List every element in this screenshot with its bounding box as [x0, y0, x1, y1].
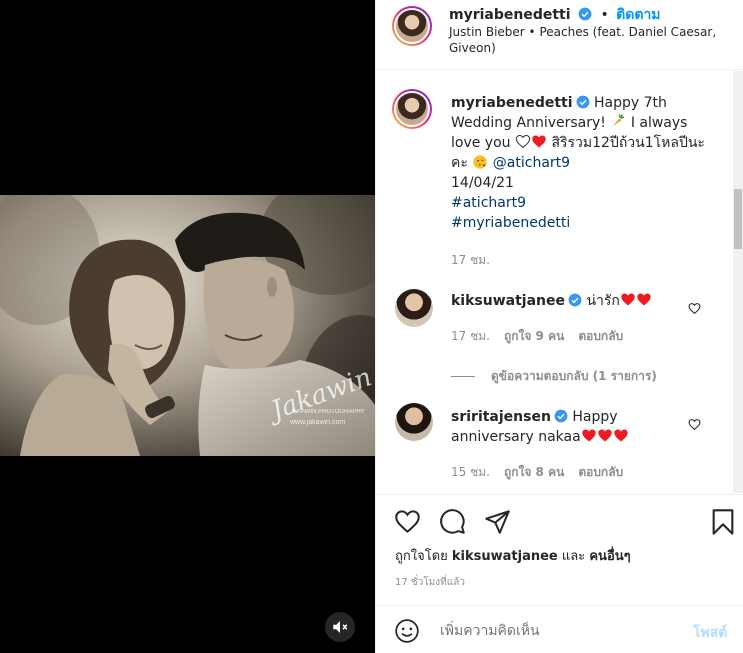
replies-divider — [451, 376, 475, 377]
verified-badge-icon — [554, 409, 568, 423]
comment-username[interactable]: sriritajensen — [451, 409, 551, 425]
hashtag-atichart9[interactable]: #atichart9 — [451, 195, 526, 211]
author-avatar[interactable] — [392, 6, 432, 46]
caption-text: myriabenedetti Happy 7th Wedding Anniver… — [451, 93, 721, 233]
caption-meta: 17 ชม. — [451, 251, 490, 270]
carrot-emoji — [613, 114, 625, 127]
post-header: myriabenedetti • ติดตาม Justin Bieber • … — [376, 0, 743, 70]
caption-username[interactable]: myriabenedetti — [451, 95, 573, 111]
mute-button[interactable] — [325, 612, 355, 642]
likes-summary: ถูกใจโดย kiksuwatjanee และ คนอื่นๆ — [395, 545, 631, 566]
post-actions: ถูกใจโดย kiksuwatjanee และ คนอื่นๆ 17 ชั… — [376, 494, 743, 604]
comment-time[interactable]: 15 ชม. — [451, 463, 490, 482]
author-username[interactable]: myriabenedetti — [449, 7, 571, 23]
comment-icon[interactable] — [439, 508, 466, 535]
kiss-emoji — [473, 155, 488, 169]
post-panel: myriabenedetti • ติดตาม Justin Bieber • … — [375, 0, 743, 653]
comment-body-line2: anniversary nakaa — [451, 429, 581, 445]
likes-others[interactable]: คนอื่นๆ — [589, 549, 630, 564]
caption-mention[interactable]: @atichart9 — [493, 155, 570, 171]
share-icon[interactable] — [484, 508, 511, 535]
likes-user[interactable]: kiksuwatjanee — [452, 549, 558, 564]
watermark-line2: www.jakawin.com — [289, 419, 345, 426]
verified-badge-icon — [568, 293, 582, 307]
comment-like-heart-icon[interactable] — [688, 418, 701, 431]
hashtag-myriabenedetti[interactable]: #myriabenedetti — [451, 215, 570, 231]
add-comment-bar: โพสต์ — [376, 605, 743, 653]
caption-avatar[interactable] — [392, 89, 432, 129]
verified-badge-icon — [578, 7, 592, 21]
red-heart-emoji — [598, 429, 612, 442]
comment-body-line1: Happy — [572, 409, 618, 425]
comment-avatar-kiksuwatjanee[interactable] — [395, 289, 433, 327]
comment-body: น่ารัก — [586, 293, 620, 309]
post-photo: Jakawin JAKAWIN PHOTOGRAPHY www.jakawin.… — [0, 195, 375, 456]
comments-scrollbar[interactable] — [733, 71, 743, 493]
comment-likes[interactable]: ถูกใจ 8 คน — [504, 463, 564, 482]
comment-meta: 15 ชม. ถูกใจ 8 คน ตอบกลับ — [451, 463, 623, 482]
red-heart-emoji — [637, 293, 651, 306]
follow-button[interactable]: ติดตาม — [616, 7, 660, 23]
bookmark-icon[interactable] — [711, 508, 735, 536]
comment-input[interactable] — [438, 618, 662, 644]
reply-button[interactable]: ตอบกลับ — [578, 327, 623, 346]
music-info[interactable]: Justin Bieber • Peaches (feat. Daniel Ca… — [449, 24, 724, 56]
comments-section: myriabenedetti Happy 7th Wedding Anniver… — [376, 71, 743, 493]
red-heart-emoji — [582, 429, 596, 442]
red-heart-emoji — [621, 293, 635, 306]
red-heart-emoji — [532, 135, 546, 148]
follow-separator: • — [600, 7, 609, 23]
reply-button[interactable]: ตอบกลับ — [578, 463, 623, 482]
comment-avatar-sriritajensen[interactable] — [395, 403, 433, 441]
watermark-line1: JAKAWIN PHOTOGRAPHY — [290, 409, 365, 415]
comment-username[interactable]: kiksuwatjanee — [451, 293, 565, 309]
white-heart-emoji — [515, 134, 531, 149]
post-media[interactable]: Jakawin JAKAWIN PHOTOGRAPHY www.jakawin.… — [0, 0, 375, 653]
post-comment-button[interactable]: โพสต์ — [693, 622, 727, 644]
caption-time[interactable]: 17 ชม. — [451, 251, 490, 270]
caption-date: 14/04/21 — [451, 175, 514, 191]
scrollbar-thumb[interactable] — [734, 189, 742, 249]
comment-like-heart-icon[interactable] — [688, 302, 701, 315]
comment-text: kiksuwatjanee น่ารัก — [451, 291, 716, 311]
comment-time[interactable]: 17 ชม. — [451, 327, 490, 346]
red-heart-emoji — [614, 429, 628, 442]
mute-icon — [333, 621, 348, 633]
verified-badge-icon — [576, 95, 589, 109]
comment-text: sriritajensen Happy anniversary nakaa — [451, 407, 716, 447]
comment-meta: 17 ชม. ถูกใจ 9 คน ตอบกลับ — [451, 327, 623, 346]
view-replies[interactable]: ดูข้อความตอบกลับ (1 รายการ) — [451, 367, 657, 386]
emoji-icon[interactable] — [394, 618, 420, 644]
post-timestamp[interactable]: 17 ชั่วโมงที่แล้ว — [395, 575, 465, 590]
view-replies-label[interactable]: ดูข้อความตอบกลับ (1 รายการ) — [491, 367, 657, 386]
likes-prefix: ถูกใจโดย — [395, 549, 448, 564]
heart-icon[interactable] — [394, 509, 421, 534]
comment-likes[interactable]: ถูกใจ 9 คน — [504, 327, 564, 346]
likes-and: และ — [561, 549, 586, 564]
